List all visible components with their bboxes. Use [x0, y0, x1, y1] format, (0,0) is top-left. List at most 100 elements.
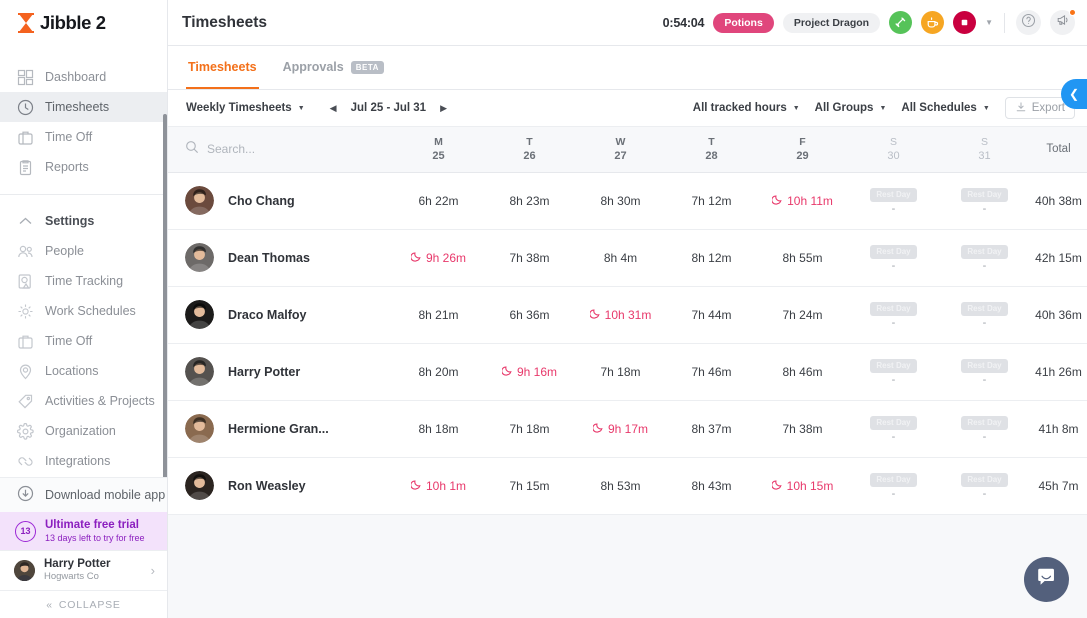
- rest-day-cell[interactable]: Rest Day -: [939, 172, 1030, 229]
- rest-day-cell[interactable]: Rest Day -: [848, 400, 939, 457]
- day-hours-cell[interactable]: 7h 46m: [666, 343, 757, 400]
- day-hours-cell[interactable]: 8h 23m: [484, 172, 575, 229]
- day-hours-cell[interactable]: 8h 20m: [393, 343, 484, 400]
- sidebar-item-people[interactable]: People: [0, 236, 167, 266]
- sidebar-item-activities-projects[interactable]: Activities & Projects: [0, 386, 167, 416]
- column-header-sun[interactable]: S 31: [939, 127, 1030, 173]
- sidebar-item-integrations[interactable]: Integrations: [0, 446, 167, 476]
- day-hours-cell[interactable]: 8h 12m: [666, 229, 757, 286]
- day-hours-cell[interactable]: 8h 18m: [393, 400, 484, 457]
- rest-day-cell[interactable]: Rest Day -: [848, 457, 939, 514]
- rest-day-cell[interactable]: Rest Day -: [848, 229, 939, 286]
- day-hours-cell[interactable]: 7h 18m: [575, 343, 666, 400]
- announcements-button[interactable]: [1050, 9, 1076, 35]
- rest-day-cell[interactable]: Rest Day -: [848, 343, 939, 400]
- sidebar-scrollbar[interactable]: [163, 80, 167, 477]
- schedules-dropdown[interactable]: All Schedules ▼: [901, 102, 989, 114]
- column-header-wed[interactable]: W 27: [575, 127, 666, 173]
- tab-approvals[interactable]: Approvals BETA: [281, 47, 386, 89]
- day-hours-cell[interactable]: 10h 11m: [757, 172, 848, 229]
- table-row[interactable]: Hermione Gran... 8h 18m 7h 18m 9h 17m 8h 37m…: [168, 400, 1087, 457]
- day-hours-cell[interactable]: 10h 1m: [393, 457, 484, 514]
- chevron-down-icon[interactable]: ▼: [985, 18, 993, 27]
- search-box[interactable]: [185, 140, 393, 159]
- day-hours-cell[interactable]: 8h 53m: [575, 457, 666, 514]
- member-cell[interactable]: Ron Weasley: [168, 457, 393, 514]
- view-mode-dropdown[interactable]: Weekly Timesheets ▼: [186, 102, 305, 114]
- sidebar-user-menu[interactable]: Harry Potter Hogwarts Co ›: [0, 550, 167, 590]
- stop-button[interactable]: [953, 11, 977, 34]
- day-hours-cell[interactable]: 8h 4m: [575, 229, 666, 286]
- sidebar-item-dashboard[interactable]: Dashboard: [0, 62, 167, 92]
- rest-day-cell[interactable]: Rest Day -: [939, 229, 1030, 286]
- day-hours-cell[interactable]: 8h 46m: [757, 343, 848, 400]
- help-button[interactable]: [1016, 10, 1041, 35]
- column-header-sat[interactable]: S 30: [848, 127, 939, 173]
- sidebar-group-settings[interactable]: Settings: [0, 206, 167, 236]
- sidebar-item-settings-time-off[interactable]: Time Off: [0, 326, 167, 356]
- day-hours-cell[interactable]: 8h 37m: [666, 400, 757, 457]
- column-header-mon[interactable]: M 25: [393, 127, 484, 173]
- day-hours-cell[interactable]: 7h 18m: [484, 400, 575, 457]
- side-panel-toggle[interactable]: ❮: [1061, 79, 1087, 109]
- sidebar-item-organization[interactable]: Organization: [0, 416, 167, 446]
- member-cell[interactable]: Hermione Gran...: [168, 400, 393, 457]
- sidebar-item-work-schedules[interactable]: Work Schedules: [0, 296, 167, 326]
- day-hours-cell[interactable]: 7h 38m: [757, 400, 848, 457]
- switch-activity-button[interactable]: [889, 11, 913, 34]
- day-hours-cell[interactable]: 9h 26m: [393, 229, 484, 286]
- sidebar-scrollbar-thumb[interactable]: [163, 114, 167, 477]
- day-hours-cell[interactable]: 6h 36m: [484, 286, 575, 343]
- search-input[interactable]: [207, 142, 357, 157]
- date-range-label[interactable]: Jul 25 - Jul 31: [351, 102, 426, 114]
- column-header-thu[interactable]: T 28: [666, 127, 757, 173]
- next-week-button[interactable]: ▶: [435, 100, 452, 117]
- day-hours-cell[interactable]: 8h 55m: [757, 229, 848, 286]
- rest-day-cell[interactable]: Rest Day -: [939, 457, 1030, 514]
- collapse-sidebar-button[interactable]: « COLLAPSE: [0, 590, 167, 618]
- table-row[interactable]: Ron Weasley 10h 1m 7h 15m 8h 53m 8h 43m 10h 1…: [168, 457, 1087, 514]
- day-hours-cell[interactable]: 7h 44m: [666, 286, 757, 343]
- rest-day-cell[interactable]: Rest Day -: [939, 400, 1030, 457]
- sidebar-item-time-off[interactable]: Time Off: [0, 122, 167, 152]
- rest-day-cell[interactable]: Rest Day -: [939, 286, 1030, 343]
- day-hours-cell[interactable]: 7h 12m: [666, 172, 757, 229]
- member-cell[interactable]: Draco Malfoy: [168, 286, 393, 343]
- column-header-fri[interactable]: F 29: [757, 127, 848, 173]
- member-cell[interactable]: Dean Thomas: [168, 229, 393, 286]
- download-mobile-app-button[interactable]: Download mobile app: [0, 478, 167, 512]
- current-project-pill[interactable]: Project Dragon: [782, 12, 881, 33]
- table-row[interactable]: Cho Chang 6h 22m 8h 23m 8h 30m 7h 12m 10h 11m…: [168, 172, 1087, 229]
- member-cell[interactable]: Harry Potter: [168, 343, 393, 400]
- day-hours-cell[interactable]: 10h 31m: [575, 286, 666, 343]
- rest-day-cell[interactable]: Rest Day -: [848, 286, 939, 343]
- break-button[interactable]: [921, 11, 945, 34]
- sidebar-item-timesheets[interactable]: Timesheets: [0, 92, 167, 122]
- ultimate-free-trial-banner[interactable]: 13 Ultimate free trial 13 days left to t…: [0, 512, 167, 550]
- table-row[interactable]: Harry Potter 8h 20m 9h 16m 7h 18m 7h 46m 8h 4…: [168, 343, 1087, 400]
- table-row[interactable]: Dean Thomas 9h 26m 7h 38m 8h 4m 8h 12m 8h 55m…: [168, 229, 1087, 286]
- day-hours-cell[interactable]: 8h 21m: [393, 286, 484, 343]
- day-hours-cell[interactable]: 8h 43m: [666, 457, 757, 514]
- day-hours-cell[interactable]: 10h 15m: [757, 457, 848, 514]
- chat-support-button[interactable]: [1024, 557, 1069, 602]
- column-header-tue[interactable]: T 26: [484, 127, 575, 173]
- day-hours-cell[interactable]: 7h 38m: [484, 229, 575, 286]
- groups-dropdown[interactable]: All Groups ▼: [815, 102, 887, 114]
- day-hours-cell[interactable]: 9h 17m: [575, 400, 666, 457]
- day-hours-cell[interactable]: 7h 15m: [484, 457, 575, 514]
- tab-timesheets[interactable]: Timesheets: [186, 47, 259, 89]
- day-hours-cell[interactable]: 7h 24m: [757, 286, 848, 343]
- rest-day-cell[interactable]: Rest Day -: [848, 172, 939, 229]
- day-hours-cell[interactable]: 8h 30m: [575, 172, 666, 229]
- sidebar-item-time-tracking[interactable]: Time Tracking: [0, 266, 167, 296]
- day-hours-cell[interactable]: 9h 16m: [484, 343, 575, 400]
- member-cell[interactable]: Cho Chang: [168, 172, 393, 229]
- current-activity-pill[interactable]: Potions: [713, 12, 774, 33]
- sidebar-item-reports[interactable]: Reports: [0, 152, 167, 182]
- brand[interactable]: Jibble 2: [0, 0, 167, 46]
- table-row[interactable]: Draco Malfoy 8h 21m 6h 36m 10h 31m 7h 44m 7h …: [168, 286, 1087, 343]
- tracked-hours-dropdown[interactable]: All tracked hours ▼: [693, 102, 800, 114]
- rest-day-cell[interactable]: Rest Day -: [939, 343, 1030, 400]
- prev-week-button[interactable]: ◀: [325, 100, 342, 117]
